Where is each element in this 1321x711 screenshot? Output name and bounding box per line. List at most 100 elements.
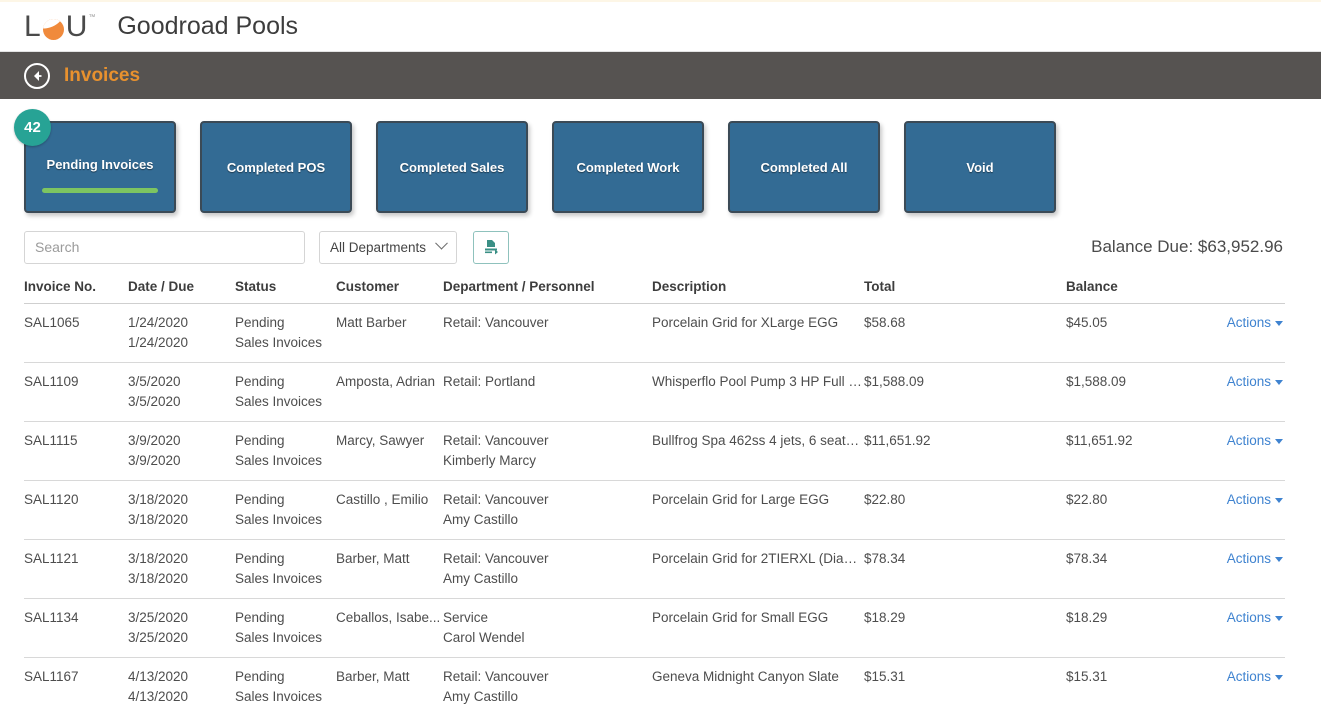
tab-completed-all[interactable]: Completed All (728, 121, 880, 213)
actions-menu-button[interactable]: Actions (1227, 433, 1271, 448)
filter-toolbar: All Departments Balance Due: $63,952.96 (0, 221, 1321, 273)
cell-total: $18.29 (864, 598, 1066, 658)
status-value: Pending (235, 433, 285, 448)
table-row[interactable]: SAL1065 1/24/2020 1/24/2020 Pending Sales … (24, 303, 1285, 363)
caret-down-icon[interactable] (1275, 674, 1283, 680)
column-header-total[interactable]: Total (864, 273, 1066, 304)
export-button[interactable] (473, 230, 509, 264)
due-value: 3/25/2020 (128, 630, 189, 645)
column-header-department-personnel[interactable]: Department / Personnel (443, 273, 652, 304)
cell-invoice-no: SAL1121 (24, 539, 128, 599)
cell-description: Porcelain Grid for Large EGG (652, 480, 864, 540)
search-input[interactable] (24, 230, 305, 264)
actions-menu-button[interactable]: Actions (1227, 315, 1271, 330)
table-row[interactable]: SAL1120 3/18/2020 3/18/2020 Pending Sales … (24, 480, 1285, 540)
cell-date-due: 4/13/2020 4/13/2020 (128, 657, 235, 711)
cell-total: $22.80 (864, 480, 1066, 540)
actions-menu-button[interactable]: Actions (1227, 669, 1271, 684)
caret-down-icon[interactable] (1275, 556, 1283, 562)
tab-completed-work[interactable]: Completed Work (552, 121, 704, 213)
table-row[interactable]: SAL1167 4/13/2020 4/13/2020 Pending Sales … (24, 657, 1285, 711)
invoices-table-body: SAL1065 1/24/2020 1/24/2020 Pending Sales … (24, 303, 1285, 711)
tab-label: Completed Work (576, 159, 680, 175)
back-arrow-icon[interactable] (24, 62, 50, 89)
cell-invoice-no: SAL1109 (24, 362, 128, 422)
table-header-row: Invoice No. Date / Due Status Customer D… (24, 273, 1285, 304)
personnel-value: Carol Wendel (443, 630, 525, 645)
actions-menu-button[interactable]: Actions (1227, 374, 1271, 389)
pending-count-badge: 42 (14, 109, 51, 146)
caret-down-icon[interactable] (1275, 320, 1283, 326)
cell-department: Retail: Vancouver Amy Castillo (443, 480, 652, 540)
department-value: Retail: Portland (443, 374, 536, 389)
tab-completed-sales[interactable]: Completed Sales (376, 121, 528, 213)
table-row[interactable]: SAL1109 3/5/2020 3/5/2020 Pending Sales In… (24, 362, 1285, 422)
department-value: Retail: Vancouver (443, 669, 549, 684)
status-value: Pending (235, 551, 285, 566)
column-header-balance[interactable]: Balance (1066, 273, 1197, 304)
page-title: Goodroad Pools (117, 12, 299, 40)
personnel-value: Amy Castillo (443, 512, 519, 527)
actions-menu-button[interactable]: Actions (1227, 492, 1271, 507)
department-value: Retail: Vancouver (443, 315, 549, 330)
status-value: Pending (235, 669, 285, 684)
cell-description: Porcelain Grid for XLarge EGG (652, 303, 864, 363)
cell-date-due: 3/18/2020 3/18/2020 (128, 539, 235, 599)
department-value: Retail: Vancouver (443, 433, 549, 448)
cell-status: Pending Sales Invoices (235, 421, 336, 481)
chevron-down-icon (435, 236, 448, 250)
tab-label: Completed POS (226, 159, 326, 175)
caret-down-icon[interactable] (1275, 615, 1283, 621)
column-header-status[interactable]: Status (235, 273, 336, 304)
cell-description: Bullfrog Spa 462ss 4 jets, 6 seats,... (652, 421, 864, 481)
department-filter-select[interactable]: All Departments (319, 230, 457, 264)
column-header-customer[interactable]: Customer (336, 273, 443, 304)
brand-bar: L U ™ Goodroad Pools (0, 0, 1321, 52)
due-value: 3/18/2020 (128, 512, 189, 527)
actions-menu-button[interactable]: Actions (1227, 551, 1271, 566)
cell-balance: $11,651.92 (1066, 421, 1197, 481)
cell-status: Pending Sales Invoices (235, 598, 336, 658)
due-value: 3/5/2020 (128, 394, 181, 409)
cell-status: Pending Sales Invoices (235, 539, 336, 599)
actions-menu-button[interactable]: Actions (1227, 610, 1271, 625)
caret-down-icon[interactable] (1275, 497, 1283, 503)
cell-invoice-no: SAL1065 (24, 303, 128, 363)
status-type: Sales Invoices (235, 335, 323, 350)
status-value: Pending (235, 315, 285, 330)
column-header-description[interactable]: Description (652, 273, 864, 304)
date-value: 4/13/2020 (128, 669, 189, 684)
column-header-invoice-no[interactable]: Invoice No. (24, 273, 128, 304)
tab-label: Void (966, 159, 994, 175)
table-row[interactable]: SAL1121 3/18/2020 3/18/2020 Pending Sales … (24, 539, 1285, 599)
cell-actions: Actions (1197, 421, 1285, 481)
tab-void[interactable]: Void (904, 121, 1056, 213)
status-value: Pending (235, 492, 285, 507)
caret-down-icon[interactable] (1275, 379, 1283, 385)
cell-actions: Actions (1197, 657, 1285, 711)
cell-status: Pending Sales Invoices (235, 303, 336, 363)
status-type: Sales Invoices (235, 394, 323, 409)
cell-department: Retail: Vancouver (443, 303, 652, 363)
cell-date-due: 3/25/2020 3/25/2020 (128, 598, 235, 658)
cell-actions: Actions (1197, 303, 1285, 363)
status-type: Sales Invoices (235, 453, 323, 468)
cell-description: Whisperflo Pool Pump 3 HP Full R... (652, 362, 864, 422)
lou-logo[interactable]: L U ™ (24, 10, 95, 44)
table-row[interactable]: SAL1115 3/9/2020 3/9/2020 Pending Sales In… (24, 421, 1285, 481)
cell-balance: $15.31 (1066, 657, 1197, 711)
cell-actions: Actions (1197, 362, 1285, 422)
tab-label: Pending Invoices (46, 156, 154, 172)
column-header-date-due[interactable]: Date / Due (128, 273, 235, 304)
cell-department: Service Carol Wendel (443, 598, 652, 658)
cell-balance: $1,588.09 (1066, 362, 1197, 422)
column-header-actions (1197, 273, 1285, 304)
tab-completed-pos[interactable]: Completed POS (200, 121, 352, 213)
date-value: 3/9/2020 (128, 433, 181, 448)
cell-date-due: 3/9/2020 3/9/2020 (128, 421, 235, 481)
caret-down-icon[interactable] (1275, 438, 1283, 444)
breadcrumb: Invoices (64, 64, 141, 86)
cell-total: $15.31 (864, 657, 1066, 711)
cell-department: Retail: Vancouver Amy Castillo (443, 539, 652, 599)
table-row[interactable]: SAL1134 3/25/2020 3/25/2020 Pending Sales … (24, 598, 1285, 658)
